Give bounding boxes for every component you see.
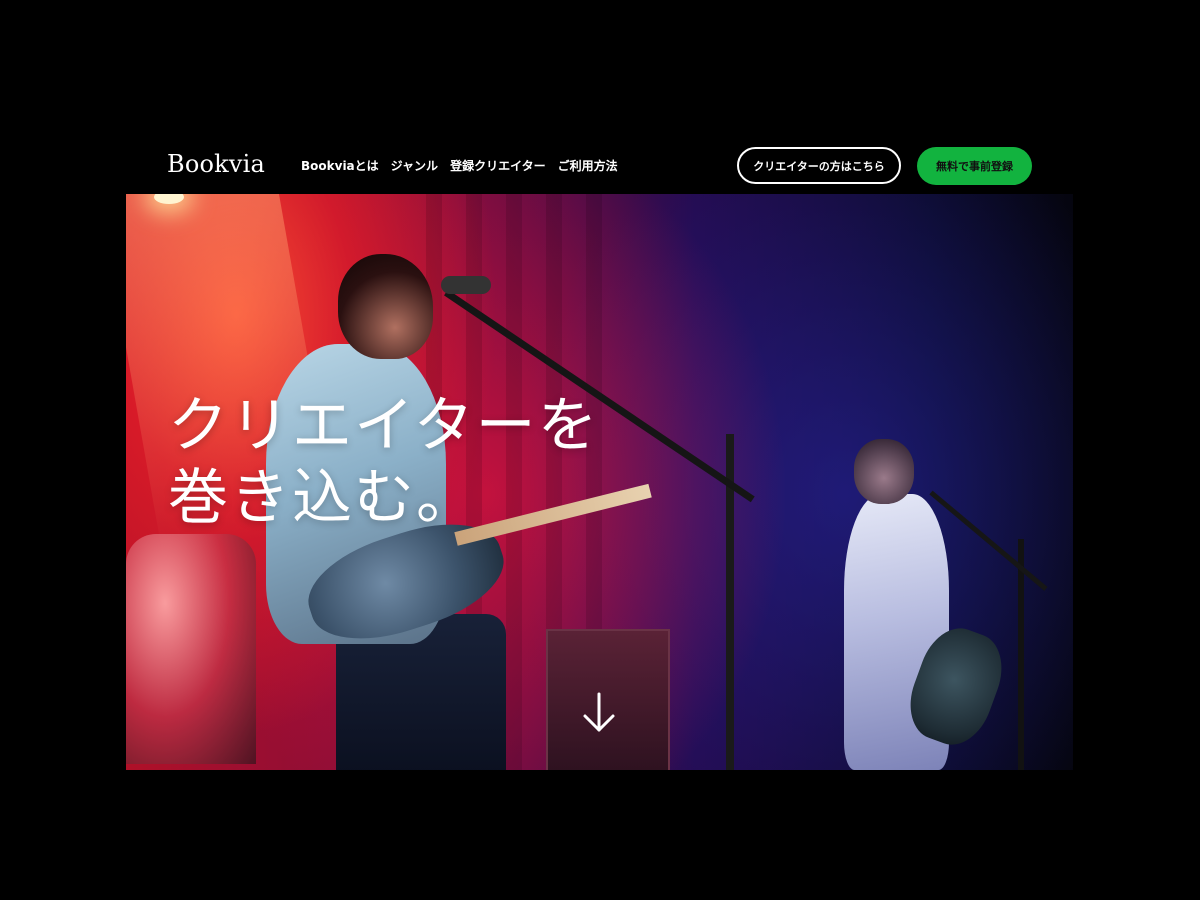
creator-button[interactable]: クリエイターの方はこちら <box>737 147 901 184</box>
nav-item-genre[interactable]: ジャンル <box>391 157 438 174</box>
logo[interactable]: Bookvia <box>167 150 265 178</box>
nav-item-creators[interactable]: 登録クリエイター <box>450 157 546 174</box>
landing-page: Bookvia Bookviaとは ジャンル 登録クリエイター ご利用方法 クリ… <box>126 138 1073 770</box>
nav-item-how-to-use[interactable]: ご利用方法 <box>558 157 618 174</box>
site-header: Bookvia Bookviaとは ジャンル 登録クリエイター ご利用方法 クリ… <box>126 138 1073 194</box>
register-button[interactable]: 無料で事前登録 <box>917 147 1032 185</box>
page: Bookvia Bookviaとは ジャンル 登録クリエイター ご利用方法 クリ… <box>0 0 1200 900</box>
main-nav: Bookviaとは ジャンル 登録クリエイター ご利用方法 <box>301 157 618 174</box>
hero-section: クリエイターを 巻き込む。 <box>126 194 1073 770</box>
hero-headline-line-1: クリエイターを <box>168 391 600 461</box>
arrow-down-icon[interactable] <box>582 692 616 734</box>
hero-headline-line-2: 巻き込む。 <box>168 463 478 533</box>
hero-headline: クリエイターを 巻き込む。 <box>168 390 600 534</box>
nav-item-about[interactable]: Bookviaとは <box>301 157 379 174</box>
